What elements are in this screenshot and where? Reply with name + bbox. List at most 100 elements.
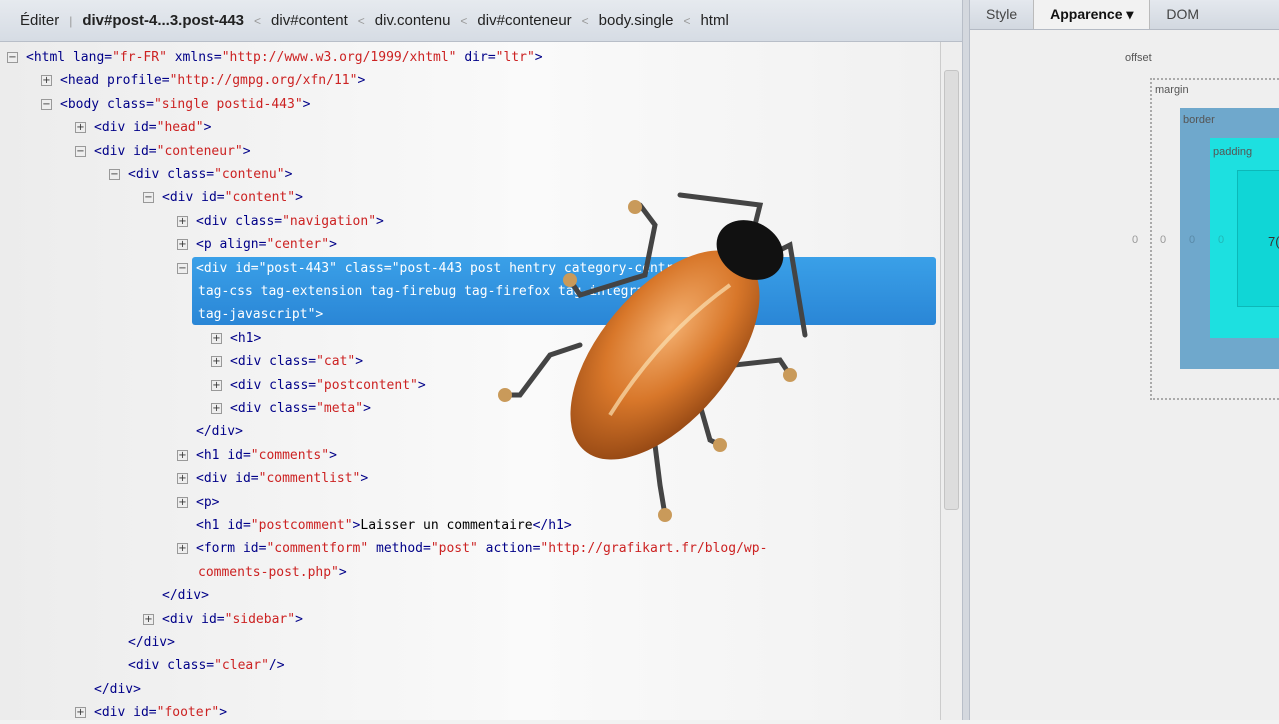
markup-val: "post-443" bbox=[258, 260, 337, 276]
collapse-icon[interactable]: − bbox=[41, 98, 52, 110]
html-panel: Éditer | div#post-4...3.post-443 < div#c… bbox=[0, 0, 962, 720]
expand-icon[interactable]: + bbox=[41, 75, 52, 87]
markup-tag: <head bbox=[60, 73, 107, 89]
expand-icon[interactable]: + bbox=[211, 356, 222, 368]
markup-attr: action= bbox=[477, 541, 541, 557]
node-markup: <div class="contenu"> bbox=[128, 163, 292, 186]
markup-val: "cat" bbox=[316, 354, 356, 370]
breadcrumb-separator: < bbox=[357, 13, 365, 28]
markup-tag: </div> bbox=[94, 681, 141, 697]
markup-attr: class= bbox=[167, 167, 215, 182]
collapse-icon[interactable]: − bbox=[7, 52, 18, 63]
expand-icon[interactable]: + bbox=[211, 332, 222, 344]
breadcrumb-item[interactable]: div.contenu bbox=[371, 12, 455, 29]
expand-icon[interactable]: + bbox=[75, 122, 86, 134]
border-label: border bbox=[1183, 114, 1215, 126]
markup-tag: <div bbox=[162, 190, 202, 206]
content-size: 7( bbox=[1268, 234, 1279, 249]
collapse-icon[interactable]: − bbox=[177, 262, 188, 274]
panel-splitter[interactable] bbox=[962, 0, 970, 720]
collapse-icon[interactable]: − bbox=[109, 169, 120, 180]
markup-val: "contenu" bbox=[214, 167, 285, 182]
markup-val: "http://gmpg.org/xfn/11" bbox=[169, 73, 358, 89]
markup-tag: > bbox=[376, 213, 384, 229]
margin-label: margin bbox=[1155, 84, 1189, 96]
markup-tag: </div> bbox=[162, 588, 209, 604]
markup-tag: <h1 bbox=[196, 518, 228, 533]
markup-tag: </div> bbox=[128, 635, 175, 650]
markup-attr: id= bbox=[235, 260, 259, 276]
padding-label: padding bbox=[1213, 146, 1253, 158]
edit-button[interactable]: Éditer bbox=[16, 12, 63, 29]
vertical-scrollbar[interactable] bbox=[940, 42, 962, 720]
tab-dom[interactable]: DOM bbox=[1150, 0, 1215, 29]
breadcrumb-item[interactable]: html bbox=[696, 12, 732, 29]
markup-attr: id= bbox=[201, 190, 225, 206]
markup-attr: class= bbox=[269, 377, 317, 393]
markup-val: "post" bbox=[430, 541, 478, 557]
markup-val: "commentlist" bbox=[258, 471, 361, 487]
expand-icon[interactable]: + bbox=[177, 543, 188, 555]
markup-tag: <div bbox=[196, 213, 236, 229]
node-markup: <div id="commentlist"> bbox=[196, 467, 368, 490]
markup-attr: profile= bbox=[106, 73, 170, 89]
node-markup: comments-post.php"> bbox=[198, 561, 347, 584]
node-markup: <div class="navigation"> bbox=[196, 210, 384, 233]
markup-attr: class= bbox=[269, 401, 317, 416]
markup-attr: id= bbox=[133, 705, 157, 721]
markup-val: "comments" bbox=[250, 447, 330, 463]
expand-icon[interactable]: + bbox=[177, 496, 188, 508]
markup-val: "sidebar" bbox=[224, 611, 296, 627]
markup-attr: id= bbox=[227, 518, 251, 533]
expand-icon[interactable]: + bbox=[177, 473, 188, 485]
markup-val: "content" bbox=[224, 190, 296, 206]
scrollbar-thumb[interactable] bbox=[944, 70, 959, 510]
node-markup: <head profile="http://gmpg.org/xfn/11"> bbox=[60, 69, 365, 92]
markup-tag: <div bbox=[230, 354, 270, 370]
markup-val: "navigation" bbox=[282, 213, 377, 229]
markup-tag: > bbox=[357, 73, 366, 89]
node-markup: </div> bbox=[196, 420, 243, 443]
expand-icon[interactable]: + bbox=[211, 403, 222, 414]
tab-apparence[interactable]: Apparence ▾ bbox=[1033, 0, 1151, 29]
markup-attr: id= bbox=[242, 541, 267, 557]
node-markup: <p> bbox=[196, 491, 219, 514]
markup-attr: id= bbox=[227, 447, 251, 463]
node-markup: <p align="center"> bbox=[196, 233, 337, 256]
markup-tag: <h1> bbox=[230, 330, 262, 346]
expand-icon[interactable]: + bbox=[143, 613, 154, 625]
breadcrumb-separator: < bbox=[254, 13, 262, 28]
collapse-icon[interactable]: − bbox=[75, 145, 86, 157]
side-panel: Style Apparence ▾ DOM offset margin bord… bbox=[970, 0, 1279, 720]
collapse-icon[interactable]: − bbox=[143, 192, 154, 204]
expand-icon[interactable]: + bbox=[75, 707, 86, 719]
markup-tag: </div> bbox=[196, 424, 243, 440]
markup-attr: class= bbox=[235, 213, 283, 229]
breadcrumb-item[interactable]: div#post-4...3.post-443 bbox=[78, 12, 248, 29]
expand-icon[interactable]: + bbox=[211, 379, 222, 391]
markup-tag: > bbox=[295, 611, 303, 627]
markup-val: "footer" bbox=[156, 705, 220, 721]
markup-val: "center" bbox=[266, 237, 330, 253]
breadcrumb-item[interactable]: body.single bbox=[595, 12, 678, 29]
node-markup: tag-javascript"> bbox=[198, 303, 323, 326]
breadcrumb-item[interactable]: div#conteneur bbox=[473, 12, 575, 29]
markup-attr: dir= bbox=[456, 50, 496, 65]
markup-val: "commentform" bbox=[266, 541, 369, 557]
markup-tag: <html bbox=[26, 50, 73, 65]
tab-style[interactable]: Style bbox=[970, 0, 1033, 29]
firebug-bug-icon bbox=[498, 192, 808, 522]
breadcrumb-item[interactable]: div#content bbox=[267, 12, 352, 29]
node-markup: </div> bbox=[128, 631, 175, 654]
node-markup: <div id="content"> bbox=[162, 186, 303, 209]
expand-icon[interactable]: + bbox=[177, 449, 188, 461]
expand-icon[interactable]: + bbox=[177, 215, 188, 227]
markup-attr: class= bbox=[336, 260, 392, 276]
offset-value: 0 bbox=[1132, 234, 1139, 246]
node-markup: <body class="single postid-443"> bbox=[60, 93, 310, 116]
markup-attr: class= bbox=[167, 658, 215, 674]
markup-tag: > bbox=[417, 377, 426, 393]
node-markup: <div class="meta"> bbox=[230, 397, 371, 420]
expand-icon[interactable]: + bbox=[177, 239, 188, 251]
markup-tag: > bbox=[360, 471, 369, 487]
